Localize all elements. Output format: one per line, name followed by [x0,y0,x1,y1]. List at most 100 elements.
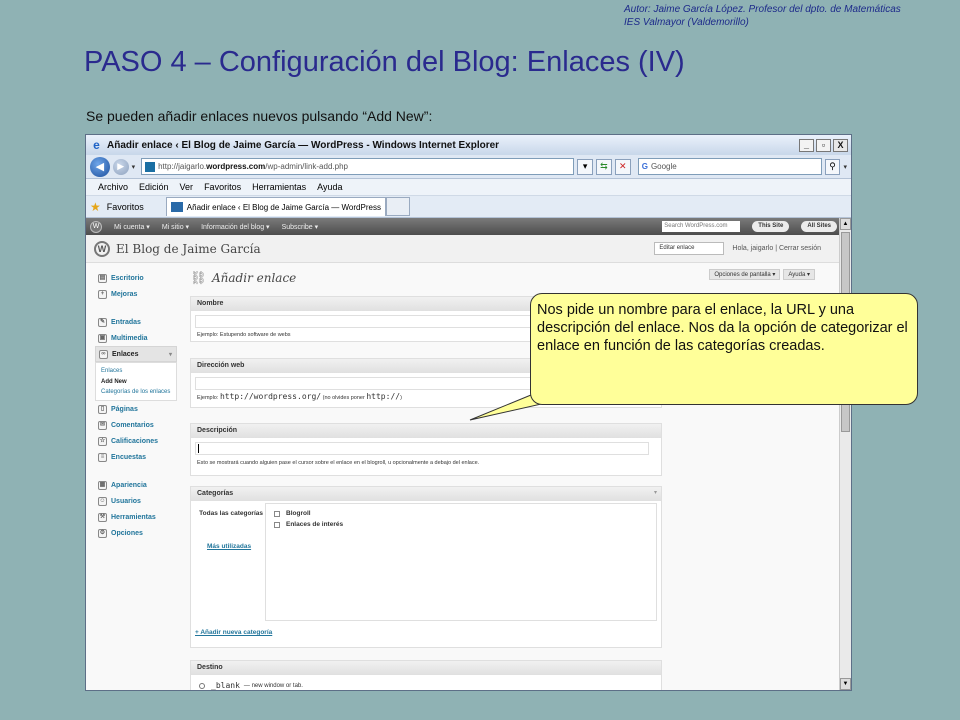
sidebar-item-multimedia[interactable]: ▣ Multimedia [95,330,177,346]
browser-window: e Añadir enlace ‹ El Blog de Jaime Garcí… [85,134,852,691]
menu-edicion[interactable]: Edición [139,182,169,192]
sidebar-label: Enlaces [112,350,139,358]
close-button[interactable]: X [833,138,848,152]
wordpress-logo-icon[interactable]: W [90,220,102,233]
minimize-button[interactable]: _ [799,138,814,152]
menu-bar: Archivo Edición Ver Favoritos Herramient… [86,179,851,196]
category-item[interactable]: Blogroll [266,508,656,519]
sidebar-item-usuarios[interactable]: ☺ Usuarios [95,493,177,509]
help-button[interactable]: Ayuda ▾ [783,269,815,280]
search-icon[interactable]: ⚲ [824,158,841,175]
this-site-button[interactable]: This Site [752,221,790,232]
menu-favoritos[interactable]: Favoritos [204,182,241,192]
menu-ver[interactable]: Ver [180,182,194,192]
sidebar-item-escritorio[interactable]: ▤ Escritorio [95,270,177,286]
sidebar-item-comentarios[interactable]: ✉ Comentarios [95,417,177,433]
scroll-up-icon[interactable]: ▲ [840,218,851,230]
add-category-link[interactable]: + Añadir nueva categoría [195,629,272,636]
tab-favicon-icon [170,202,183,212]
descripcion-header: Descripción [191,424,661,438]
author-line-1: Autor: Jaime García López. Profesor del … [624,4,901,15]
screen-options-button[interactable]: Opciones de pantalla ▾ [709,269,781,280]
admin-search-input[interactable]: Search WordPress.com [662,221,741,232]
browser-tab[interactable]: Añadir enlace ‹ El Blog de Jaime García … [165,197,386,216]
menu-archivo[interactable]: Archivo [98,182,128,192]
descripcion-box: Descripción Esto se mostrará cuando algu… [190,423,662,476]
search-options-icon[interactable]: ▾ [843,163,847,171]
url-input[interactable]: http://jaigarlo. wordpress.com/wp-admin/l… [141,158,575,175]
destino-option[interactable]: _blank — new window or tab. [191,675,661,690]
slide-title: PASO 4 – Configuración del Blog: Enlaces… [84,46,685,78]
menu-herramientas[interactable]: Herramientas [252,182,306,192]
text-cursor [198,444,199,453]
categorias-list: Blogroll Enlaces de interés [265,503,657,621]
edit-link-select[interactable]: Editar enlace [654,242,725,255]
vertical-scrollbar[interactable]: ▲ ▼ [839,218,851,690]
user-greeting[interactable]: Hola, jaigarlo | Cerrar sesión [732,245,821,252]
destino-box: Destino _blank — new window or tab. [190,660,662,690]
submenu-enlaces[interactable]: Enlaces [101,366,171,377]
admin-info-blog[interactable]: Información del blog ▾ [201,223,270,231]
favorites-button[interactable]: Favoritos [107,202,144,212]
back-button[interactable]: ◀ [90,156,110,177]
forward-button[interactable]: ▶ [112,158,129,175]
sidebar-item-paginas[interactable]: ▯ Páginas [95,401,177,417]
upgrades-icon: + [98,289,107,299]
wp-admin-bar: W Mi cuenta ▾ Mi sitio ▾ Información del… [86,218,841,235]
site-favicon-icon [145,161,156,172]
admin-mi-cuenta[interactable]: Mi cuenta ▾ [114,223,150,231]
category-checkbox[interactable] [274,521,280,528]
example-end: ) [400,395,402,401]
sidebar-item-entradas[interactable]: ✎ Entradas [95,314,177,330]
refresh-icon[interactable]: ⇆ [596,158,612,175]
category-item[interactable]: Enlaces de interés [266,519,656,530]
example-url: http://wordpress.org/ [219,392,322,401]
scroll-down-icon[interactable]: ▼ [840,678,851,690]
stop-icon[interactable]: ✕ [614,158,631,175]
url-host: wordpress.com [206,162,266,171]
author-credit: Autor: Jaime García López. Profesor del … [624,3,901,29]
mas-utilizadas-tab[interactable]: Más utilizadas [207,543,251,550]
destino-radio[interactable] [199,682,205,689]
maximize-button[interactable]: ▫ [816,138,831,152]
all-sites-button[interactable]: All Sites [801,221,837,232]
sidebar-item-mejoras[interactable]: + Mejoras [95,286,177,302]
admin-subscribe[interactable]: Subscribe ▾ [282,223,319,231]
url-dropdown-icon[interactable]: ▾ [577,158,594,175]
media-icon: ▣ [98,333,107,343]
google-icon: G [641,162,648,171]
blog-name[interactable]: El Blog de Jaime García [116,242,261,256]
window-title: Añadir enlace ‹ El Blog de Jaime García … [107,139,500,151]
new-tab-button[interactable] [385,197,410,216]
screen-options-bar: Opciones de pantalla ▾ Ayuda ▾ [709,269,815,280]
slide-subtitle: Se pueden añadir enlaces nuevos pulsando… [86,108,433,124]
descripcion-help: Esto se mostrará cuando alguien pase el … [197,460,480,466]
example-prefix: Ejemplo: [197,395,219,401]
todas-categorias-tab[interactable]: Todas las categorías [197,509,263,518]
sidebar-label: Usuarios [111,497,141,505]
sidebar-item-opciones[interactable]: ⚙ Opciones [95,525,177,541]
search-input[interactable]: G Google [637,158,822,175]
submenu-categorias[interactable]: Categorías de los enlaces [101,388,171,397]
search-placeholder: Google [650,162,677,171]
sidebar-item-apariencia[interactable]: ▦ Apariencia [95,477,177,493]
collapse-arrow-icon[interactable]: ▾ [169,351,172,358]
toggle-arrow-icon[interactable]: ▾ [654,489,657,496]
sidebar-label: Herramientas [111,513,156,521]
internet-explorer-icon: e [93,138,100,152]
category-checkbox[interactable] [274,510,280,517]
sidebar-item-enlaces[interactable]: ∞ Enlaces ▾ [95,346,177,362]
sidebar-item-encuestas[interactable]: ≡ Encuestas [95,449,177,465]
sidebar-item-herramientas[interactable]: ⚒ Herramientas [95,509,177,525]
favorites-star-icon[interactable]: ★ [90,200,101,214]
posts-pin-icon: ✎ [98,317,107,327]
url-path: /wp-admin/link-add.php [265,162,348,171]
sidebar-item-calificaciones[interactable]: ☆ Calificaciones [95,433,177,449]
menu-ayuda[interactable]: Ayuda [317,182,342,192]
appearance-icon: ▦ [98,480,107,490]
sidebar-separator [95,302,177,314]
descripcion-input[interactable] [195,442,649,455]
admin-mi-sitio[interactable]: Mi sitio ▾ [162,223,189,231]
submenu-add-new[interactable]: Add New [101,377,171,388]
history-dropdown-icon[interactable]: ▾ [132,163,136,171]
